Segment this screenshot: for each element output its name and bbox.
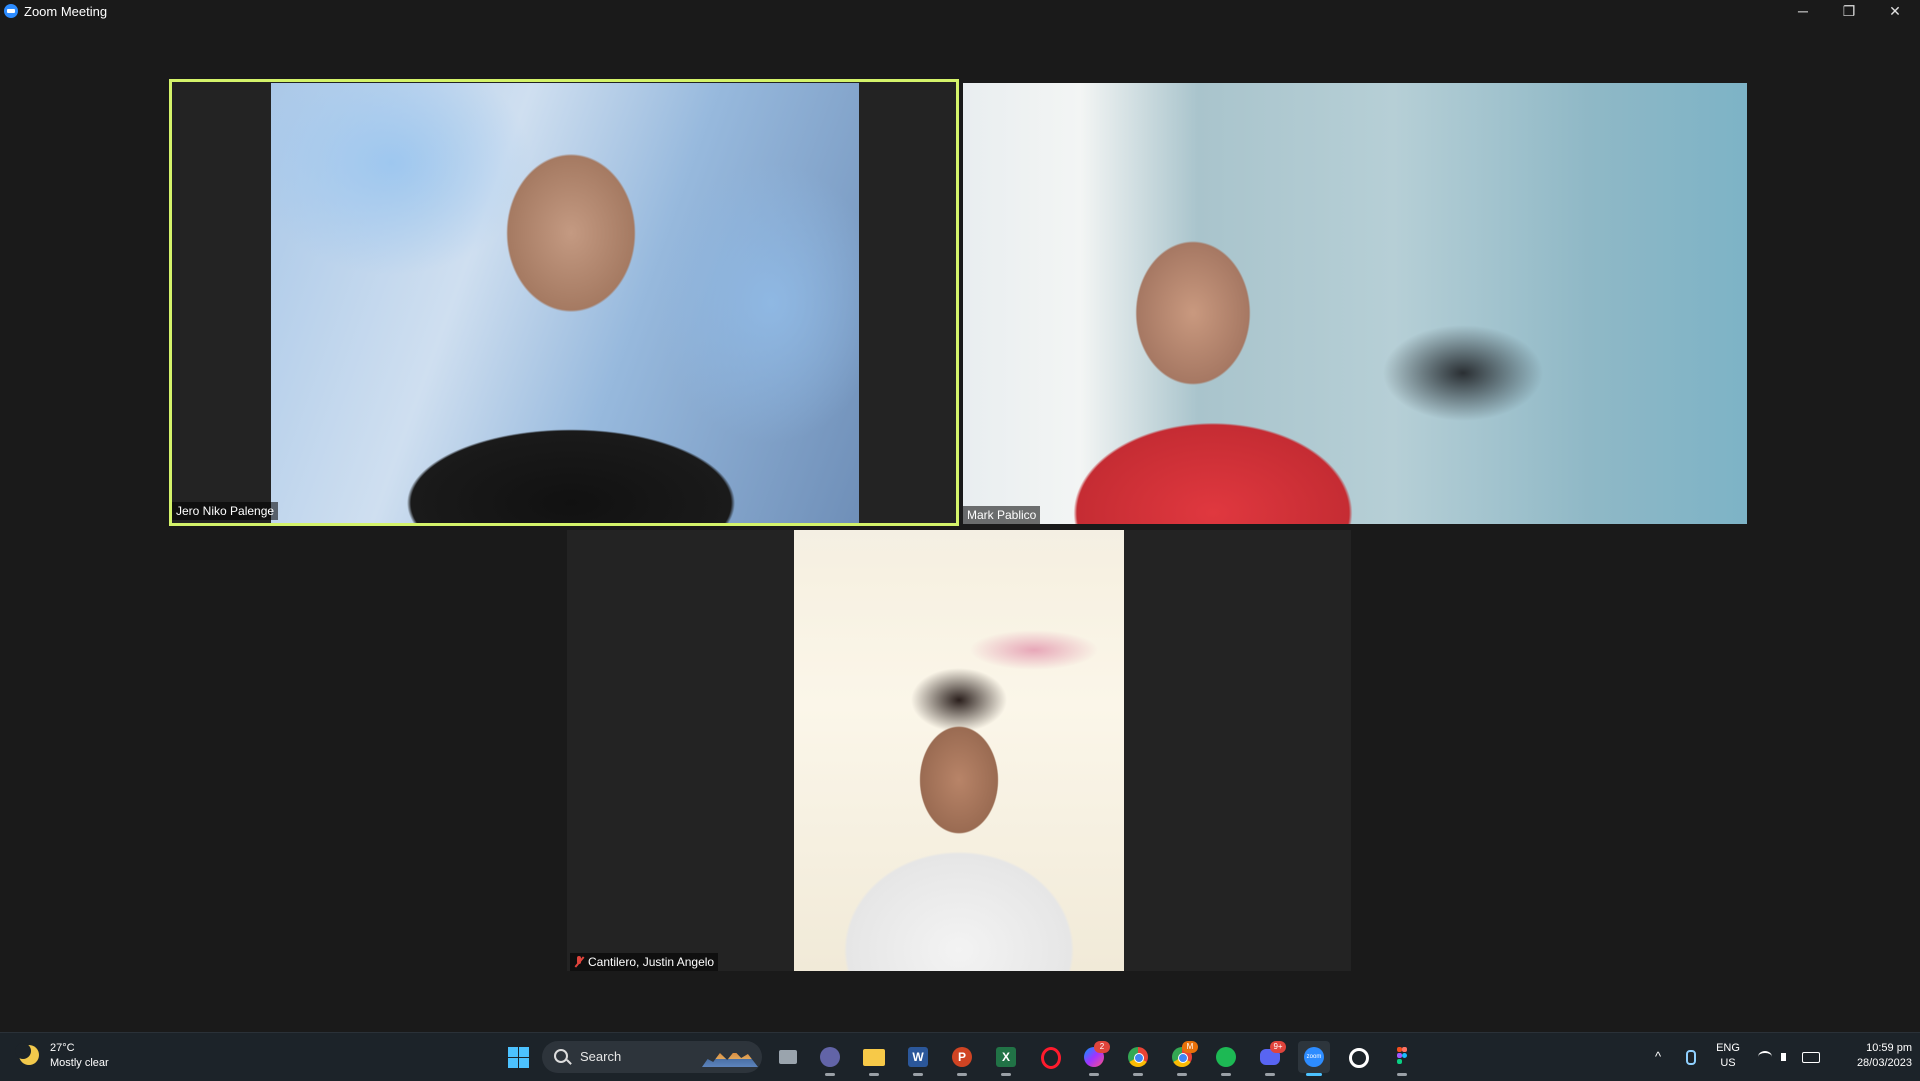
participant-name: Mark Pablico [963,506,1041,524]
taskbar: 27°C Mostly clear Search W P X 2 M 9+ zo… [0,1032,1920,1081]
participant-name: Cantilero, Justin Angelo [588,955,715,969]
wifi-icon[interactable] [1756,1041,1774,1073]
chrome-icon[interactable]: M [1166,1041,1198,1076]
title-bar: Zoom Meeting ─ ❐ ✕ [0,0,1920,23]
weather-condition: Mostly clear [50,1057,109,1069]
messenger-icon[interactable]: 2 [1078,1041,1110,1076]
opera-icon[interactable] [1034,1041,1066,1073]
participant-name-label: Cantilero, Justin Angelo [570,953,719,971]
window-title: Zoom Meeting [24,4,108,19]
participant-video [271,83,859,524]
chrome-icon[interactable] [1122,1041,1154,1076]
volume-icon[interactable] [1778,1041,1796,1073]
weather-temp: 27°C [50,1042,75,1054]
moon-cloud-icon [15,1043,39,1065]
minimize-button[interactable]: ─ [1780,0,1826,23]
video-chat-icon[interactable] [814,1041,846,1076]
participant-video [794,530,1124,971]
participant-tile[interactable]: Mark Pablico [963,83,1747,524]
muted-mic-icon [574,956,584,968]
zoom-icon[interactable]: zoom [1298,1041,1330,1076]
notification-badge: 2 [1094,1041,1110,1053]
show-hidden-icons-button[interactable]: ^ [1648,1041,1668,1073]
excel-icon[interactable]: X [990,1041,1022,1076]
language-indicator[interactable]: ENG US [1708,1041,1748,1073]
restore-button[interactable]: ❐ [1826,0,1872,23]
search-icon [554,1049,568,1063]
spotify-icon[interactable] [1210,1041,1242,1076]
word-icon[interactable]: W [902,1041,934,1076]
notification-badge: 9+ [1270,1041,1286,1053]
folder-icon[interactable] [858,1041,890,1076]
close-button[interactable]: ✕ [1872,0,1918,23]
task-view-icon[interactable] [772,1041,804,1073]
participant-tile[interactable]: Jero Niko Palenge [169,79,959,526]
date: 28/03/2023 [1856,1057,1912,1069]
powerpoint-icon[interactable]: P [946,1041,978,1076]
time: 10:59 pm [1866,1042,1912,1054]
participant-name: Jero Niko Palenge [172,502,279,520]
weather-widget[interactable]: 27°C Mostly clear [14,1041,134,1073]
discord-icon[interactable]: 9+ [1254,1041,1286,1076]
zoom-logo-icon [4,4,18,18]
search-input[interactable]: Search [542,1041,762,1073]
participant-tile[interactable]: Cantilero, Justin Angelo [567,530,1351,971]
battery-icon[interactable] [1800,1041,1822,1073]
timer-icon[interactable] [1342,1041,1374,1073]
start-button[interactable] [502,1041,534,1073]
search-placeholder: Search [580,1049,622,1064]
search-highlight-image [702,1051,758,1067]
profile-badge: M [1182,1041,1198,1053]
figma-icon[interactable] [1386,1041,1418,1076]
microphone-icon[interactable] [1680,1041,1700,1073]
participant-video [963,83,1747,524]
clock[interactable]: 10:59 pm 28/03/2023 [1832,1041,1912,1073]
